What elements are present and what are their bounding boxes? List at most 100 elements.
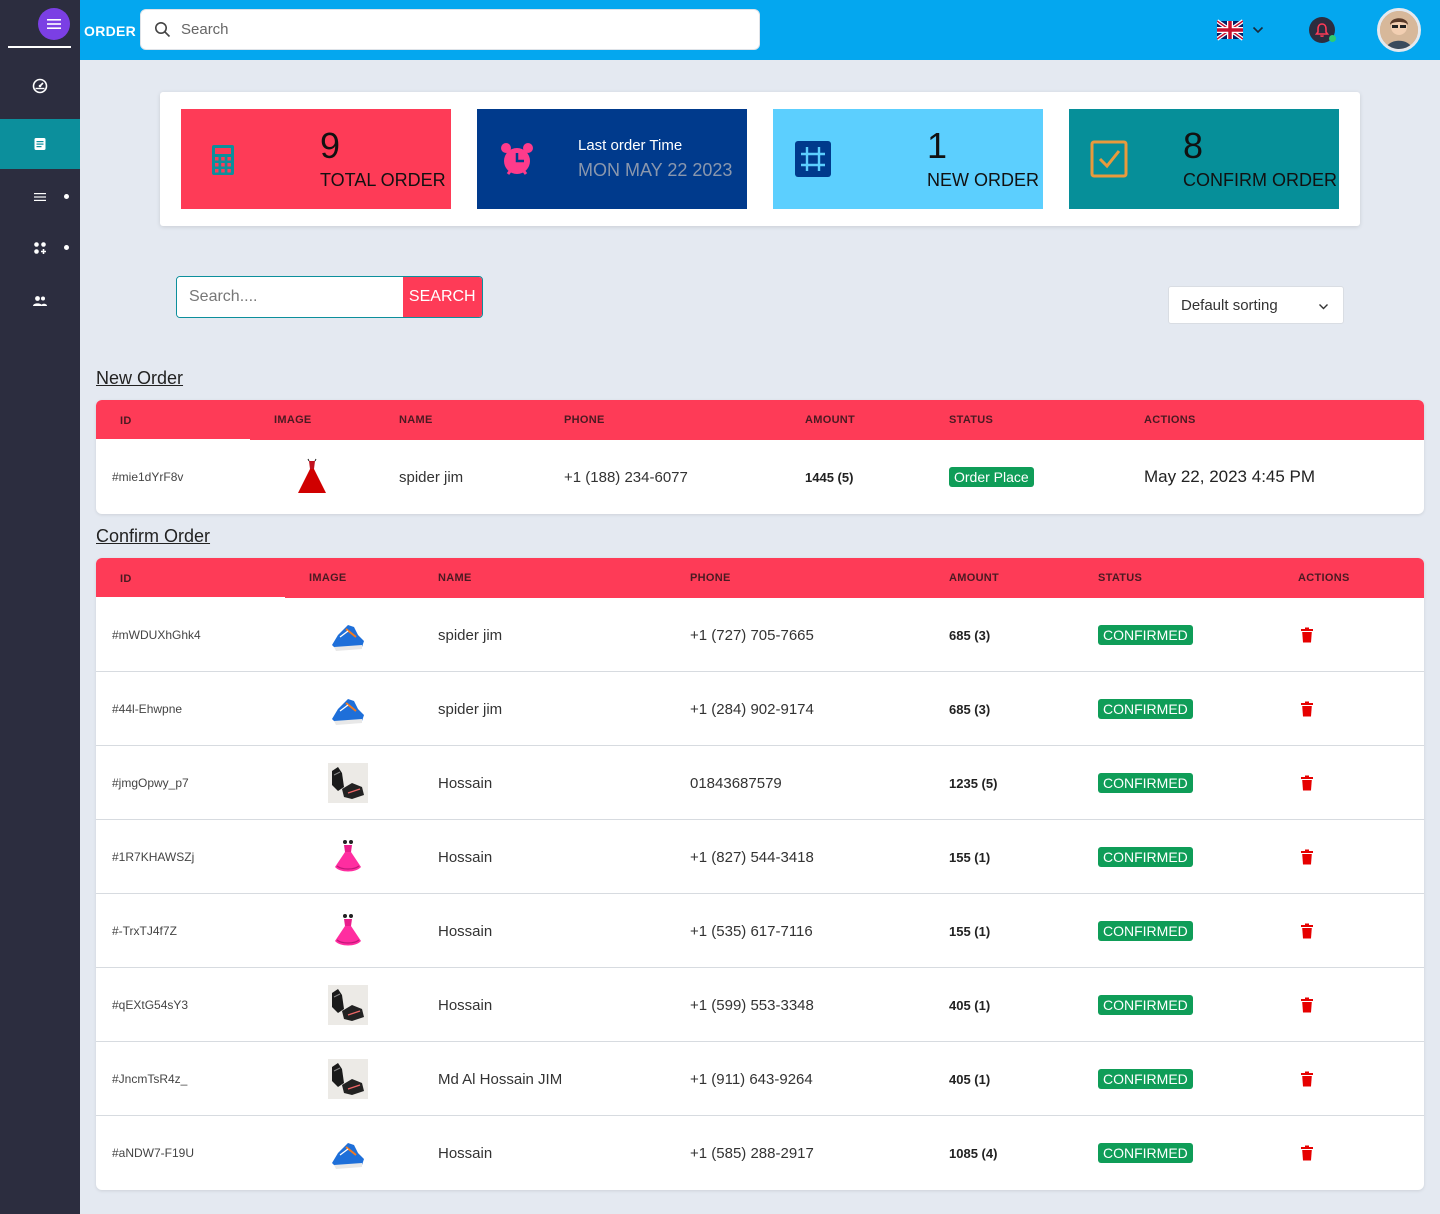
product-thumbnail [328, 820, 368, 894]
confirm-order-card: 8 CONFIRM ORDER [1069, 109, 1339, 209]
stats-panel: 9 TOTAL ORDER Last order Time MON MAY 22… [160, 92, 1360, 226]
column-header-actions: ACTIONS [1144, 414, 1196, 426]
delete-button[interactable] [1300, 968, 1314, 1042]
status-cell: CONFIRMED [1098, 672, 1193, 746]
customer-name: spider jim [438, 626, 503, 644]
delete-button[interactable] [1300, 1042, 1314, 1116]
avatar[interactable] [1377, 8, 1421, 52]
customer-phone: +1 (585) 288-2917 [690, 1144, 814, 1162]
status-badge[interactable]: CONFIRMED [1098, 625, 1193, 645]
product-thumbnail [328, 894, 368, 968]
status-badge[interactable]: CONFIRMED [1098, 995, 1193, 1015]
table-row[interactable]: #mie1dYrF8v spider jim +1 (188) 234-6077… [96, 440, 1424, 514]
page-title: ORDER [84, 23, 137, 39]
status-badge[interactable]: Order Place [949, 467, 1034, 487]
column-header-image: IMAGE [309, 572, 347, 584]
chevron-down-icon [1319, 304, 1328, 310]
document-icon [34, 138, 46, 150]
global-search[interactable] [140, 9, 760, 50]
column-header-status: STATUS [1098, 572, 1143, 584]
chevron-down-icon[interactable] [1252, 24, 1264, 36]
sidebar-item-apps[interactable] [0, 223, 80, 273]
product-thumbnail [328, 598, 368, 672]
trash-icon [1301, 701, 1313, 717]
red-dress-image [298, 458, 326, 493]
table-row[interactable]: #qEXtG54sY3 Hossain +1 (599) 553-3348 405 (… [96, 968, 1424, 1042]
column-header-phone: PHONE [690, 572, 731, 584]
status-cell: CONFIRMED [1098, 968, 1193, 1042]
delete-button[interactable] [1300, 598, 1314, 672]
global-search-input[interactable] [181, 21, 741, 38]
sidebar-item-dashboard[interactable] [0, 61, 80, 111]
confirm-order-value: 8 [1183, 125, 1204, 166]
new-order-value: 1 [927, 125, 948, 166]
status-badge[interactable]: CONFIRMED [1098, 847, 1193, 867]
order-amount: 1235 (5) [949, 775, 998, 791]
status-cell: CONFIRMED [1098, 746, 1193, 820]
column-header-status: STATUS [949, 414, 994, 426]
delete-button[interactable] [1300, 1116, 1314, 1190]
uk-flag-icon[interactable] [1217, 18, 1243, 42]
checkbox-icon [1090, 140, 1128, 178]
list-icon [34, 193, 46, 201]
status-cell: CONFIRMED [1098, 1042, 1193, 1116]
customer-phone: +1 (827) 544-3418 [690, 848, 814, 866]
product-thumbnail [328, 746, 368, 820]
customer-name: Hossain [438, 774, 493, 792]
status-badge[interactable]: CONFIRMED [1098, 1143, 1193, 1163]
alarm-clock-icon [501, 143, 533, 175]
pink-dress-image [335, 840, 361, 872]
customer-name: Hossain [438, 922, 493, 940]
status-badge[interactable]: CONFIRMED [1098, 773, 1193, 793]
apps-icon [34, 242, 46, 254]
trash-icon [1301, 923, 1313, 939]
table-row[interactable]: #JncmTsR4z_ Md Al Hossain JIM +1 (911) 643… [96, 1042, 1424, 1116]
table-header: ID IMAGE NAME PHONE AMOUNT STATUS ACTION… [96, 400, 1424, 441]
delete-button[interactable] [1300, 820, 1314, 894]
last-order-time-card: Last order Time MON MAY 22 2023 [477, 109, 747, 209]
status-badge[interactable]: CONFIRMED [1098, 1069, 1193, 1089]
order-id: #jmgOpwy_p7 [112, 776, 189, 790]
sidebar-item-users[interactable] [0, 276, 80, 326]
table-row[interactable]: #44l-Ehwpne spider jim +1 (284) 902-9174 68… [96, 672, 1424, 746]
order-search-input[interactable] [177, 277, 403, 317]
status-badge[interactable]: CONFIRMED [1098, 921, 1193, 941]
new-order-card: 1 NEW ORDER [773, 109, 1043, 209]
calculator-icon [212, 145, 234, 175]
blue-shoe-image [332, 1143, 364, 1169]
table-header: ID IMAGE NAME PHONE AMOUNT STATUS ACTION… [96, 558, 1424, 599]
delete-button[interactable] [1300, 746, 1314, 820]
sidebar-item-orders[interactable] [0, 119, 80, 169]
table-row[interactable]: #jmgOpwy_p7 Hossain 01843687579 1235 (5) CON… [96, 746, 1424, 820]
notification-status-dot [1329, 35, 1336, 42]
status-cell: Order Place [949, 440, 1034, 514]
order-amount: 685 (3) [949, 627, 991, 643]
search-button[interactable]: SEARCH [402, 277, 482, 317]
table-row[interactable]: #-TrxTJ4f7Z Hossain +1 (535) 617-7116 155 (… [96, 894, 1424, 968]
order-amount: 155 (1) [949, 923, 991, 939]
column-header-name: NAME [438, 572, 472, 584]
dashboard-icon [32, 78, 48, 94]
status-cell: CONFIRMED [1098, 894, 1193, 968]
order-id: #-TrxTJ4f7Z [112, 924, 177, 938]
last-order-label: Last order Time [578, 137, 683, 154]
new-order-table: ID IMAGE NAME PHONE AMOUNT STATUS ACTION… [96, 400, 1424, 514]
sidebar-expand-dot [64, 194, 69, 199]
customer-name: spider jim [399, 468, 464, 486]
order-datetime: May 22, 2023 4:45 PM [1144, 467, 1316, 486]
status-badge[interactable]: CONFIRMED [1098, 699, 1193, 719]
table-row[interactable]: #1R7KHAWSZj Hossain +1 (827) 544-3418 155 (… [96, 820, 1424, 894]
column-header-actions: ACTIONS [1298, 572, 1350, 584]
table-row[interactable]: #aNDW7-F19U Hossain +1 (585) 288-2917 1085 … [96, 1116, 1424, 1190]
customer-name: Hossain [438, 848, 493, 866]
table-row[interactable]: #mWDUXhGhk4 spider jim +1 (727) 705-7665 68… [96, 598, 1424, 672]
product-thumbnail [328, 968, 368, 1042]
hamburger-menu-button[interactable] [38, 8, 70, 40]
delete-button[interactable] [1300, 672, 1314, 746]
blue-shoe-image [332, 699, 364, 725]
delete-button[interactable] [1300, 894, 1314, 968]
column-header-name: NAME [399, 414, 433, 426]
sort-select[interactable]: Default sorting [1168, 286, 1344, 324]
sidebar-item-list[interactable] [0, 172, 80, 222]
new-order-heading: New Order [96, 368, 184, 388]
